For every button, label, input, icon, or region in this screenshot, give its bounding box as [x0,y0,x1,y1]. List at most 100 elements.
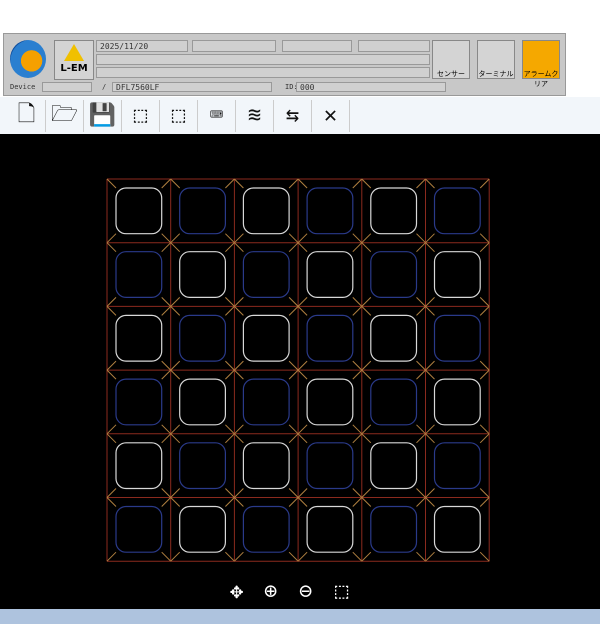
diagonal-line [106,360,117,371]
separator: / [102,83,107,91]
message-field-2 [96,67,430,78]
rounded-cell [370,251,418,298]
diagonal-line [425,233,435,244]
sensor-label: センサー [437,70,465,78]
pan-icon[interactable]: ✥ [230,580,243,604]
diagonal-line [234,242,244,253]
diagonal-line [161,297,172,307]
diagonal-line [106,424,117,435]
diagonal-line [288,233,299,244]
diagonal-line [106,369,117,380]
zoom-out-icon[interactable]: ⊖ [299,580,312,604]
rounded-cell [179,505,226,553]
rounded-cell [242,187,290,235]
diagonal-line [170,306,181,316]
diagonal-line [352,551,363,562]
diagonal-line [425,488,435,498]
sensor-button[interactable]: センサー [432,40,470,79]
rounded-cell [179,187,226,235]
select-area-icon[interactable]: ⬚ [122,99,160,132]
diagonal-line [297,433,308,444]
diagonal-line [479,497,490,507]
open-folder-icon[interactable]: 🗁 [46,99,84,132]
diagonal-line [352,233,363,244]
drawing-canvas[interactable] [0,134,600,609]
diagonal-line [416,369,426,380]
diagonal-line [352,360,363,371]
diagonal-line [234,178,244,189]
rounded-cell [179,378,226,426]
diagonal-line [288,360,299,371]
rounded-cell [115,505,163,553]
rounded-cell [306,378,354,426]
laser-warning-icon [64,44,84,61]
diagonal-line [106,297,117,307]
pattern-grid [106,178,490,562]
id-field: 000 [296,82,446,92]
zoom-in-icon[interactable]: ⊕ [264,580,277,604]
diagonal-line [161,178,172,189]
diagonal-line [288,551,299,562]
select-rotate-icon[interactable]: ⬚ [160,99,198,132]
diagonal-line [288,369,299,380]
diagonal-line [425,424,435,435]
diagonal-line [297,488,308,498]
rounded-cell [433,251,481,298]
diagonal-line [225,424,235,435]
diagonal-line [170,360,181,371]
diagonal-line [297,306,308,316]
status-panel: L-EM 2025/11/20 17:08:53 Device / DFL756… [3,33,566,96]
clear-selection-icon[interactable]: ⬚ [335,580,348,604]
diagonal-line [297,551,308,562]
diagonal-line [425,497,435,507]
diagonal-line [361,488,372,498]
rounded-cell [306,314,354,362]
diagonal-line [161,551,172,562]
diagonal-line [479,551,490,562]
alarm-clear-label: アラームクリア [523,70,559,88]
lem-button[interactable]: L-EM [54,40,94,80]
diagonal-line [361,306,372,316]
align-icon[interactable]: ⇆ [274,99,312,132]
diagonal-line [361,360,372,371]
diagonal-line [361,424,372,435]
diagonal-line [161,242,172,253]
diagonal-line [479,233,490,244]
diagonal-line [352,424,363,435]
diagonal-line [479,297,490,307]
keyboard-icon[interactable]: ⌨ [198,99,236,132]
diagonal-line [225,488,235,498]
rounded-cell [242,251,290,298]
rounded-cell [242,442,290,490]
diagonal-line [161,497,172,507]
diagonal-line [170,433,181,444]
diagonal-line [479,306,490,316]
rounded-cell [179,314,226,362]
diagonal-line [225,306,235,316]
new-file-icon[interactable]: 🗋 [8,99,46,132]
rounded-cell [370,505,418,553]
diagonal-line [352,297,363,307]
diagonal-line [234,297,244,307]
diagonal-line [170,233,181,244]
diagonal-line [425,306,435,316]
rounded-cell [115,251,163,298]
diagonal-line [416,233,426,244]
diagonal-line [106,306,117,316]
diagonal-line [352,178,363,189]
close-icon[interactable]: ✕ [312,99,350,132]
save-icon[interactable]: 💾 [84,99,122,132]
diagonal-line [225,297,235,307]
device-field [42,82,92,92]
diagonal-line [225,551,235,562]
rounded-cell [370,378,418,426]
diagonal-line [479,178,490,189]
terminal-button[interactable]: ターミナル [477,40,515,79]
layers-icon[interactable]: ≋ [236,99,274,132]
alarm-clear-button[interactable]: アラームクリア [522,40,560,88]
diagonal-line [106,233,117,244]
diagonal-line [352,497,363,507]
diagonal-line [170,497,181,507]
diagonal-line [297,369,308,380]
rounded-cell [242,378,290,426]
